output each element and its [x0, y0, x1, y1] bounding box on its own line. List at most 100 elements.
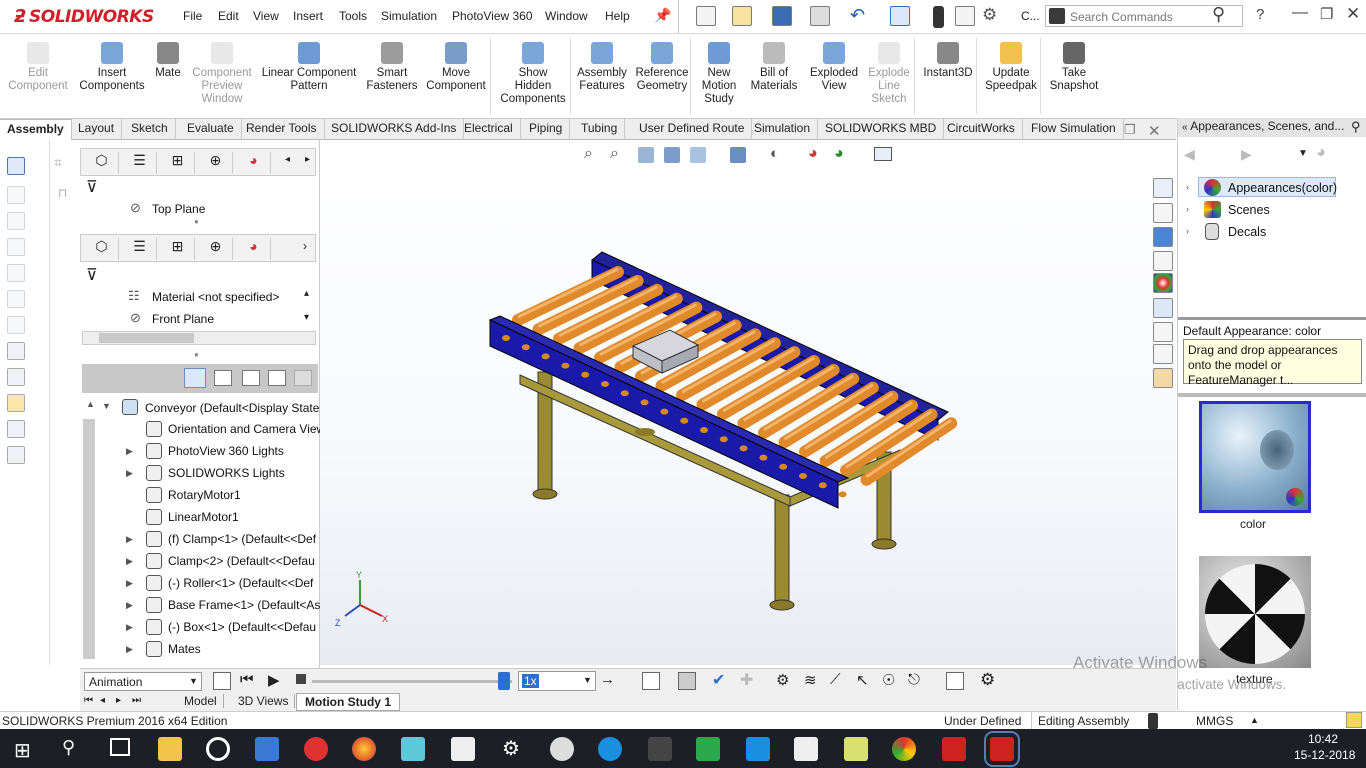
- dropdown-icon[interactable]: ▼: [1298, 148, 1308, 159]
- dimxpert-tab-icon[interactable]: ⊕: [199, 152, 233, 174]
- menu-edit[interactable]: Edit: [218, 9, 239, 23]
- expand-arrow-icon[interactable]: ›: [1186, 226, 1189, 236]
- photos-icon[interactable]: [844, 737, 868, 761]
- save-icon[interactable]: [772, 6, 792, 26]
- expand-arrow-icon[interactable]: ▶: [126, 644, 133, 655]
- menu-help[interactable]: Help: [605, 9, 630, 23]
- decals-item[interactable]: Decals: [1228, 225, 1266, 239]
- tree-item[interactable]: RotaryMotor1: [168, 488, 241, 502]
- pin-icon[interactable]: ⚲: [1351, 119, 1361, 135]
- display-style-icon[interactable]: [730, 147, 746, 163]
- explode-line-sketch-button[interactable]: Explode Line Sketch: [862, 42, 916, 106]
- tree-item[interactable]: LinearMotor1: [168, 510, 239, 524]
- menu-tools[interactable]: Tools: [339, 9, 367, 23]
- expand-arrow-icon[interactable]: ▶: [126, 600, 133, 611]
- tree-item[interactable]: SOLIDWORKS Lights: [168, 466, 285, 480]
- tab-solidworks-add-ins[interactable]: SOLIDWORKS Add-Ins: [324, 119, 465, 140]
- solidworks-resources-icon[interactable]: [1153, 178, 1173, 198]
- chrome-icon[interactable]: [892, 737, 916, 761]
- new-motion-study-button[interactable]: New Motion Study: [694, 42, 744, 106]
- mate-tool-icon[interactable]: [7, 238, 25, 256]
- select-cursor-icon[interactable]: [890, 6, 910, 26]
- tab-options-icon[interactable]: ❐: [1124, 122, 1136, 138]
- motor-icon[interactable]: ⚙: [776, 671, 789, 689]
- back-icon[interactable]: ◀: [1184, 146, 1195, 163]
- view-palette-icon[interactable]: [1153, 251, 1173, 271]
- force-icon[interactable]: ↖: [856, 671, 869, 689]
- menu-photoview[interactable]: PhotoView 360: [452, 9, 533, 23]
- component-preview-window-button[interactable]: Component Preview Window: [186, 42, 258, 106]
- forward-icon[interactable]: ▶: [1241, 146, 1252, 163]
- windows-start-icon[interactable]: ⊞: [14, 738, 31, 763]
- calculate-icon[interactable]: [213, 672, 231, 690]
- expand-arrow-icon[interactable]: ▶: [126, 556, 133, 567]
- settings-gear-icon[interactable]: ⚙: [502, 736, 520, 761]
- notification-icon[interactable]: [1346, 712, 1362, 728]
- front-plane-row[interactable]: Front Plane: [152, 312, 214, 326]
- featuremanager-tab-icon[interactable]: ⬡: [85, 238, 119, 260]
- tab-layout[interactable]: Layout: [71, 119, 123, 140]
- tree-item[interactable]: Mates: [168, 642, 201, 656]
- featuremanager-tab-icon[interactable]: ⬡: [85, 152, 119, 174]
- forum-icon[interactable]: [1153, 322, 1173, 342]
- assembly-icon[interactable]: [7, 186, 25, 204]
- box-icon[interactable]: [7, 420, 25, 438]
- expand-arrow-icon[interactable]: ▶: [126, 468, 133, 479]
- home-icon[interactable]: ◕: [1316, 144, 1326, 162]
- splitter-handle[interactable]: ●: [194, 350, 199, 359]
- animation-wizard-icon[interactable]: [678, 672, 696, 690]
- splitter[interactable]: [1178, 393, 1366, 397]
- tree-item[interactable]: (f) Clamp<1> (Default<<Def: [168, 532, 316, 546]
- tab-model[interactable]: Model: [178, 694, 224, 708]
- scrollbar-thumb[interactable]: [99, 333, 194, 343]
- splitter-handle[interactable]: ●: [194, 217, 199, 226]
- wrench-icon[interactable]: [7, 316, 25, 334]
- tab-simulation[interactable]: Simulation: [747, 119, 819, 140]
- tree-root-conveyor[interactable]: Conveyor (Default<Display State: [145, 401, 319, 415]
- layers-icon[interactable]: [7, 342, 25, 360]
- assembly-features-button[interactable]: Assembly Features: [572, 42, 632, 93]
- tab-motion-study-1[interactable]: Motion Study 1: [296, 693, 400, 711]
- play-from-start-icon[interactable]: ⏮: [240, 671, 254, 688]
- expand-arrow-icon[interactable]: ▶: [126, 622, 133, 633]
- bill-of-materials-button[interactable]: Bill of Materials: [748, 42, 800, 93]
- tab-electrical[interactable]: Electrical: [457, 119, 521, 140]
- scenes-item[interactable]: Scenes: [1228, 203, 1270, 217]
- pane-splitter[interactable]: [1178, 317, 1366, 320]
- appearances-tab-icon[interactable]: [1153, 273, 1173, 293]
- restore-icon[interactable]: ❐: [1320, 5, 1333, 23]
- media-player-icon[interactable]: [206, 737, 230, 761]
- stop-icon[interactable]: [296, 674, 306, 684]
- color-swatch[interactable]: [1199, 401, 1311, 513]
- settings-icon[interactable]: [7, 394, 25, 412]
- tab-tubing[interactable]: Tubing: [574, 119, 626, 140]
- tab-flow-simulation[interactable]: Flow Simulation: [1024, 119, 1124, 140]
- undo-icon[interactable]: ↶: [850, 5, 865, 26]
- expand-arrow-icon[interactable]: ▶: [126, 446, 133, 457]
- expand-arrow-icon[interactable]: ▶: [126, 534, 133, 545]
- app-lightning-icon[interactable]: [648, 737, 672, 761]
- motion-study-properties-icon[interactable]: ⚙: [980, 670, 995, 690]
- flow-tab-icon[interactable]: [1153, 368, 1173, 388]
- app-screen-icon[interactable]: [746, 737, 770, 761]
- play-icon[interactable]: ▶: [268, 671, 280, 689]
- minimize-icon[interactable]: —: [1292, 4, 1308, 22]
- show-hidden-components-button[interactable]: Show Hidden Components: [500, 42, 566, 106]
- unit-system[interactable]: MMGS: [1196, 714, 1233, 728]
- filter-icon[interactable]: ⊽: [86, 265, 98, 285]
- collapse-pane-icon[interactable]: «: [1182, 122, 1188, 133]
- tree-item[interactable]: Orientation and Camera View: [168, 422, 320, 436]
- timeline-slider[interactable]: [312, 680, 512, 683]
- solidworks-2016-active-icon[interactable]: [984, 731, 1020, 767]
- exploded-view-button[interactable]: Exploded View: [806, 42, 862, 93]
- app-green-icon[interactable]: [696, 737, 720, 761]
- contact-icon[interactable]: ☉: [882, 671, 895, 689]
- reference-geometry-button[interactable]: Reference Geometry: [632, 42, 692, 93]
- configuration-tab-icon[interactable]: ⊞: [161, 238, 195, 260]
- scroll-up-icon[interactable]: ▴: [304, 288, 309, 299]
- tree-item[interactable]: (-) Roller<1> (Default<<Def: [168, 576, 313, 590]
- clock-time[interactable]: 10:42: [1308, 732, 1338, 746]
- tree-item[interactable]: Clamp<2> (Default<<Defau: [168, 554, 315, 568]
- camera-icon[interactable]: [794, 737, 818, 761]
- show-hidden-icon[interactable]: [214, 370, 232, 386]
